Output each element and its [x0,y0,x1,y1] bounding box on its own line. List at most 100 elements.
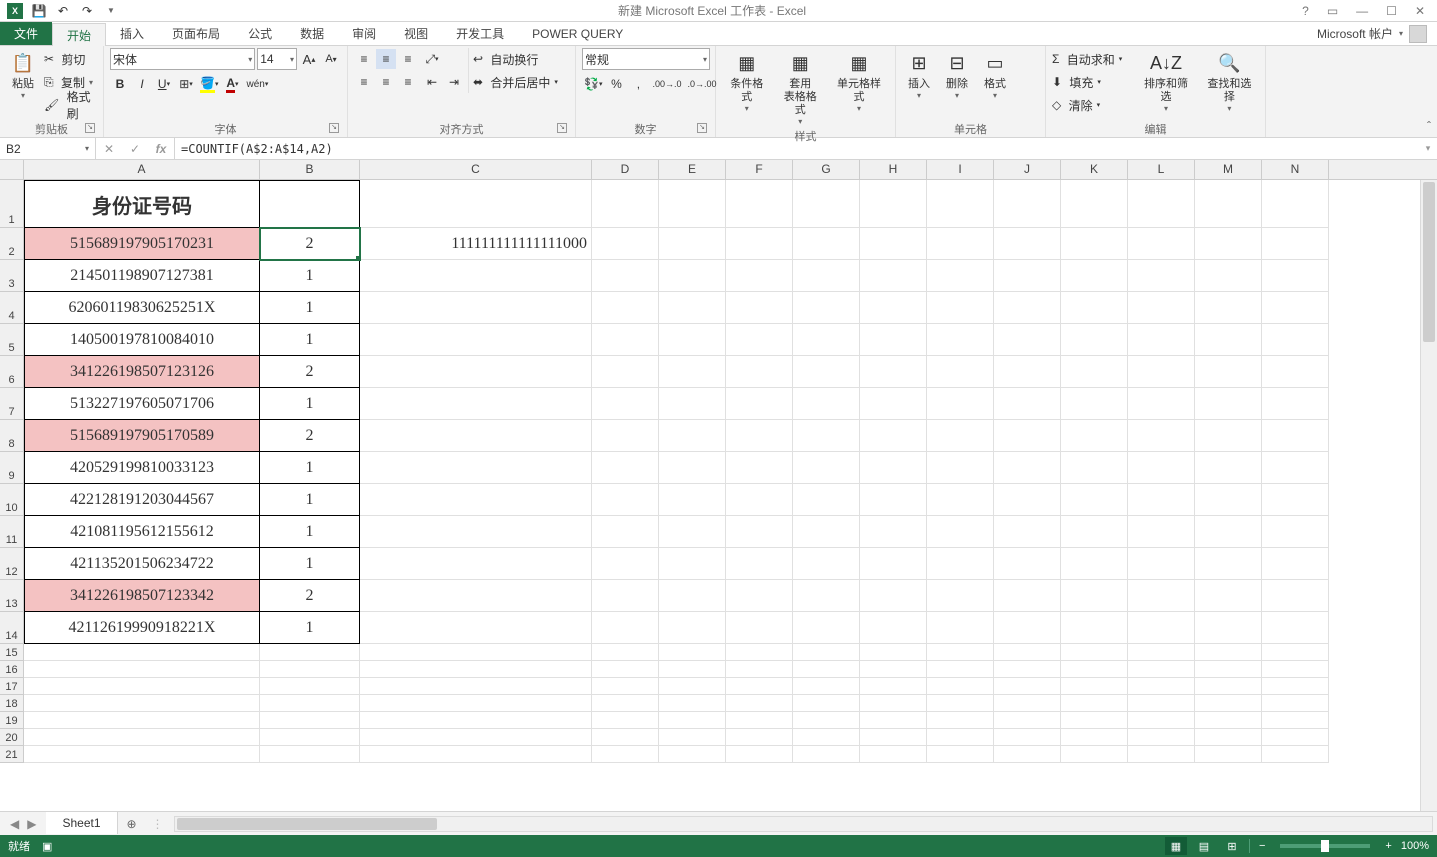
cell[interactable] [793,420,860,452]
cell[interactable] [726,580,793,612]
paste-button[interactable]: 📋 粘贴 ▾ [6,48,40,102]
qat-customize[interactable]: ▼ [100,1,122,21]
cell[interactable] [793,661,860,678]
cell[interactable] [860,661,927,678]
cell[interactable] [860,695,927,712]
cell[interactable] [1195,324,1262,356]
cell[interactable] [793,324,860,356]
column-header-J[interactable]: J [994,160,1061,179]
cell[interactable] [1061,729,1128,746]
cell[interactable] [24,695,260,712]
cell[interactable] [592,729,659,746]
cell[interactable] [860,260,927,292]
tab-review[interactable]: 审阅 [338,22,390,45]
cell[interactable] [360,180,592,228]
increase-indent-button[interactable]: ⇥ [444,72,464,92]
comma-button[interactable]: , [628,74,648,94]
cell[interactable] [659,260,726,292]
column-header-F[interactable]: F [726,160,793,179]
sheet-tab-active[interactable]: Sheet1 [46,811,117,834]
cell[interactable] [360,452,592,484]
cell[interactable] [1061,420,1128,452]
cell[interactable] [860,292,927,324]
cell[interactable] [1195,661,1262,678]
cell[interactable]: 1 [260,292,360,324]
cell[interactable]: 1 [260,452,360,484]
cell[interactable] [1262,180,1329,228]
cell[interactable] [1128,180,1195,228]
cell[interactable] [927,420,994,452]
cell[interactable] [1128,695,1195,712]
underline-button[interactable]: U▾ [154,74,174,94]
cell[interactable] [994,548,1061,580]
vertical-scroll-thumb[interactable] [1423,182,1435,342]
cell[interactable] [927,516,994,548]
cell[interactable] [1262,324,1329,356]
column-header-B[interactable]: B [260,160,360,179]
cell[interactable] [592,420,659,452]
cell[interactable] [793,548,860,580]
cell[interactable] [659,644,726,661]
cell[interactable]: 111111111111111000 [360,228,592,260]
cell[interactable] [1128,746,1195,763]
cell[interactable] [726,746,793,763]
page-break-view-button[interactable]: ⊞ [1221,837,1243,855]
cell[interactable] [1195,678,1262,695]
conditional-format-button[interactable]: ▦条件格式▾ [722,48,772,115]
cell[interactable] [1262,292,1329,324]
format-cells-button[interactable]: ▭格式▾ [978,48,1012,102]
cell[interactable] [1061,484,1128,516]
cell[interactable] [592,228,659,260]
cell[interactable] [726,420,793,452]
cell[interactable] [860,612,927,644]
save-button[interactable]: 💾 [28,1,50,21]
row-header[interactable]: 3 [0,260,24,292]
zoom-level[interactable]: 100% [1401,840,1429,852]
vertical-scrollbar[interactable] [1420,180,1437,811]
account-label[interactable]: Microsoft 帐户 [1317,25,1393,42]
cell[interactable] [726,452,793,484]
cell[interactable] [726,292,793,324]
cell[interactable] [659,746,726,763]
cell[interactable] [1128,228,1195,260]
cell[interactable] [1262,580,1329,612]
cell[interactable] [927,661,994,678]
column-header-N[interactable]: N [1262,160,1329,179]
fill-button[interactable]: ⬇ 填充▾ [1052,71,1132,93]
cell[interactable] [1195,746,1262,763]
tab-data[interactable]: 数据 [286,22,338,45]
cell[interactable]: 1 [260,260,360,292]
cell[interactable] [592,661,659,678]
cell[interactable] [1061,746,1128,763]
cell[interactable] [360,729,592,746]
cell[interactable] [927,260,994,292]
help-button[interactable]: ? [1298,4,1313,18]
cell[interactable] [1195,228,1262,260]
align-top-button[interactable]: ≡ [354,49,374,69]
cell[interactable] [793,746,860,763]
cell[interactable] [860,644,927,661]
cell[interactable] [994,516,1061,548]
cell[interactable] [1128,612,1195,644]
cell[interactable] [659,712,726,729]
cell[interactable] [927,644,994,661]
cell[interactable] [1262,678,1329,695]
cell[interactable] [994,644,1061,661]
cell[interactable] [1128,678,1195,695]
cell[interactable] [860,180,927,228]
tab-view[interactable]: 视图 [390,22,442,45]
cell[interactable] [793,452,860,484]
cell[interactable] [1195,484,1262,516]
cell[interactable] [1128,324,1195,356]
cell[interactable] [1061,695,1128,712]
cell[interactable] [24,746,260,763]
cell[interactable] [260,180,360,228]
cell[interactable] [1128,388,1195,420]
row-header[interactable]: 11 [0,516,24,548]
border-button[interactable]: ⊞▾ [176,74,196,94]
align-center-button[interactable]: ≡ [376,72,396,92]
cell[interactable] [360,644,592,661]
cell[interactable] [860,746,927,763]
cell[interactable] [360,260,592,292]
font-launcher[interactable]: ↘ [329,123,339,133]
